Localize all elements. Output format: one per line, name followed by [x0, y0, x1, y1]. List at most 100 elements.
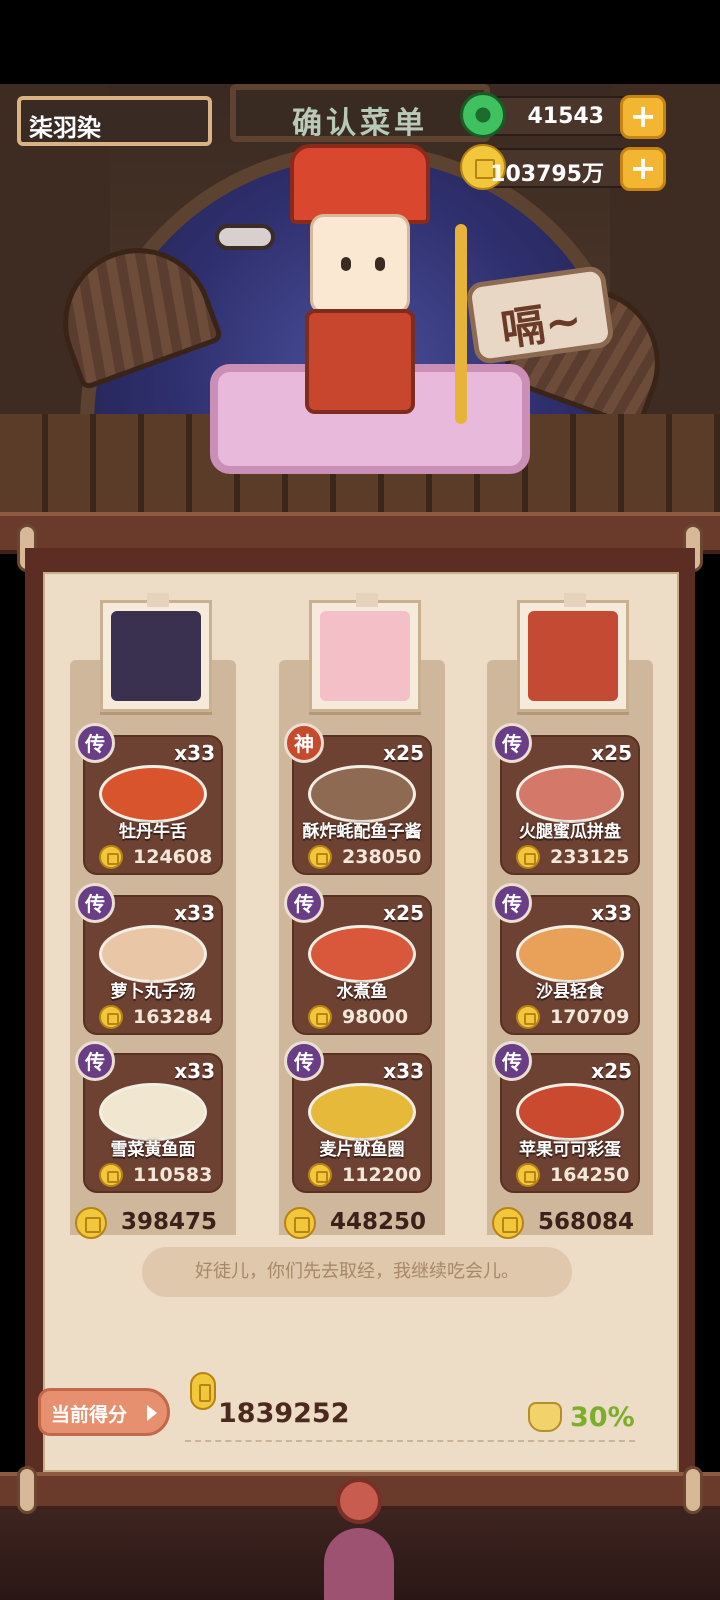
dish-price: 238050	[342, 846, 422, 868]
dish-price: 163284	[133, 1006, 213, 1028]
dish-card[interactable]: 传 x25 水煮鱼 98000	[284, 883, 432, 1035]
cloud-icon	[215, 224, 275, 250]
dish-card[interactable]: 传 x33 雪菜黄鱼面 110583	[75, 1041, 223, 1193]
rank-badge: 传	[75, 883, 115, 923]
coin-icon	[99, 1005, 123, 1029]
rank-badge: 传	[284, 1041, 324, 1081]
player-name-box[interactable]: 柒羽染	[17, 96, 212, 146]
dish-card[interactable]: 神 x25 酥炸蚝配鱼子酱 238050	[284, 723, 432, 875]
chef-portrait[interactable]	[100, 593, 212, 712]
current-score-value: 1839252	[218, 1398, 350, 1429]
dish-name: 苹果可可彩蛋	[519, 1140, 621, 1160]
coin-icon	[308, 1005, 332, 1029]
tape-icon	[147, 593, 169, 607]
bonus-percentage: 30%	[570, 1402, 635, 1433]
banner-title: 确认菜单	[292, 106, 428, 141]
crown-icon	[290, 144, 430, 224]
dish-name: 沙县轻食	[536, 982, 604, 1002]
coin-icon	[492, 1207, 524, 1239]
column-total-value: 448250	[330, 1209, 427, 1235]
dish-image	[308, 1083, 416, 1141]
dish-count: x33	[174, 1059, 215, 1083]
dish-name: 雪菜黄鱼面	[110, 1140, 196, 1160]
eye-icon	[341, 257, 351, 271]
speech-bubble-text: 嗝~	[497, 294, 586, 357]
dish-card[interactable]: 传 x33 麦片鱿鱼圈 112200	[284, 1041, 432, 1193]
dish-name: 酥炸蚝配鱼子酱	[302, 822, 422, 842]
dish-count: x25	[383, 741, 424, 765]
coin-currency: 103795万 +	[460, 144, 666, 191]
chef-portrait[interactable]	[517, 593, 629, 712]
dish-count: x33	[591, 901, 632, 925]
rank-badge: 传	[492, 1041, 532, 1081]
character-robe	[305, 309, 415, 414]
rank-badge: 传	[75, 723, 115, 763]
master-quote: 好徒儿，你们先去取经，我继续吃会儿。	[142, 1247, 572, 1297]
dish-image	[99, 765, 207, 823]
column-total: 448250	[284, 1207, 454, 1241]
staff-icon	[455, 224, 467, 424]
dish-image	[99, 925, 207, 983]
chef-avatar	[111, 611, 201, 701]
column-total: 398475	[75, 1207, 245, 1241]
coin-icon	[284, 1207, 316, 1239]
dish-card[interactable]: 传 x25 火腿蜜瓜拼盘 233125	[492, 723, 640, 875]
chef-avatar	[320, 611, 410, 701]
dish-count: x33	[383, 1059, 424, 1083]
dish-name: 麦片鱿鱼圈	[319, 1140, 405, 1160]
dish-price: 233125	[550, 846, 630, 868]
column-total-value: 398475	[121, 1209, 218, 1235]
rank-badge: 传	[492, 883, 532, 923]
chef-portrait[interactable]	[309, 593, 421, 712]
monk-character	[285, 144, 435, 414]
rank-badge: 传	[75, 1041, 115, 1081]
coin-icon	[308, 845, 332, 869]
jade-amount: 41543	[527, 104, 604, 129]
tape-icon	[356, 593, 378, 607]
coin-amount: 103795万	[490, 162, 604, 187]
status-bar	[0, 0, 720, 84]
arrow-right-icon	[147, 1405, 157, 1421]
current-score-label: 当前得分	[51, 1404, 128, 1426]
add-jade-button[interactable]: +	[620, 95, 666, 139]
dish-count: x33	[174, 901, 215, 925]
coin-icon	[516, 1163, 540, 1187]
chef-avatar	[528, 611, 618, 701]
scroll-knob-icon	[683, 1466, 703, 1514]
dish-name: 水煮鱼	[336, 982, 388, 1002]
rank-badge: 神	[284, 723, 324, 763]
dish-image	[308, 925, 416, 983]
dish-name: 萝卜丸子汤	[110, 982, 196, 1002]
dish-image	[516, 765, 624, 823]
rank-badge: 传	[492, 723, 532, 763]
current-score-tab[interactable]: 当前得分	[38, 1388, 170, 1436]
eye-icon	[375, 257, 385, 271]
dish-image	[99, 1083, 207, 1141]
dish-card[interactable]: 传 x25 苹果可可彩蛋 164250	[492, 1041, 640, 1193]
dish-card[interactable]: 传 x33 萝卜丸子汤 163284	[75, 883, 223, 1035]
tassel-icon	[314, 1478, 404, 1600]
add-coin-button[interactable]: +	[620, 147, 666, 191]
coin-icon	[99, 1163, 123, 1187]
dish-image	[516, 925, 624, 983]
dish-name: 火腿蜜瓜拼盘	[519, 822, 621, 842]
dish-price: 110583	[133, 1164, 213, 1186]
dish-count: x25	[591, 741, 632, 765]
character-face	[310, 214, 410, 314]
bonus-bag-icon	[528, 1402, 562, 1432]
dish-card[interactable]: 传 x33 牡丹牛舌 124608	[75, 723, 223, 875]
column-total: 568084	[492, 1207, 662, 1241]
dish-card[interactable]: 传 x33 沙县轻食 170709	[492, 883, 640, 1035]
coin-icon	[99, 845, 123, 869]
coin-icon	[516, 1005, 540, 1029]
jade-icon	[460, 92, 506, 138]
column-total-value: 568084	[538, 1209, 635, 1235]
tape-icon	[564, 593, 586, 607]
jade-currency: 41543 +	[460, 92, 666, 139]
dish-count: x25	[383, 901, 424, 925]
dish-price: 124608	[133, 846, 213, 868]
scroll-knob-icon	[17, 1466, 37, 1514]
dish-price: 112200	[342, 1164, 422, 1186]
dish-name: 牡丹牛舌	[119, 822, 187, 842]
dish-count: x25	[591, 1059, 632, 1083]
